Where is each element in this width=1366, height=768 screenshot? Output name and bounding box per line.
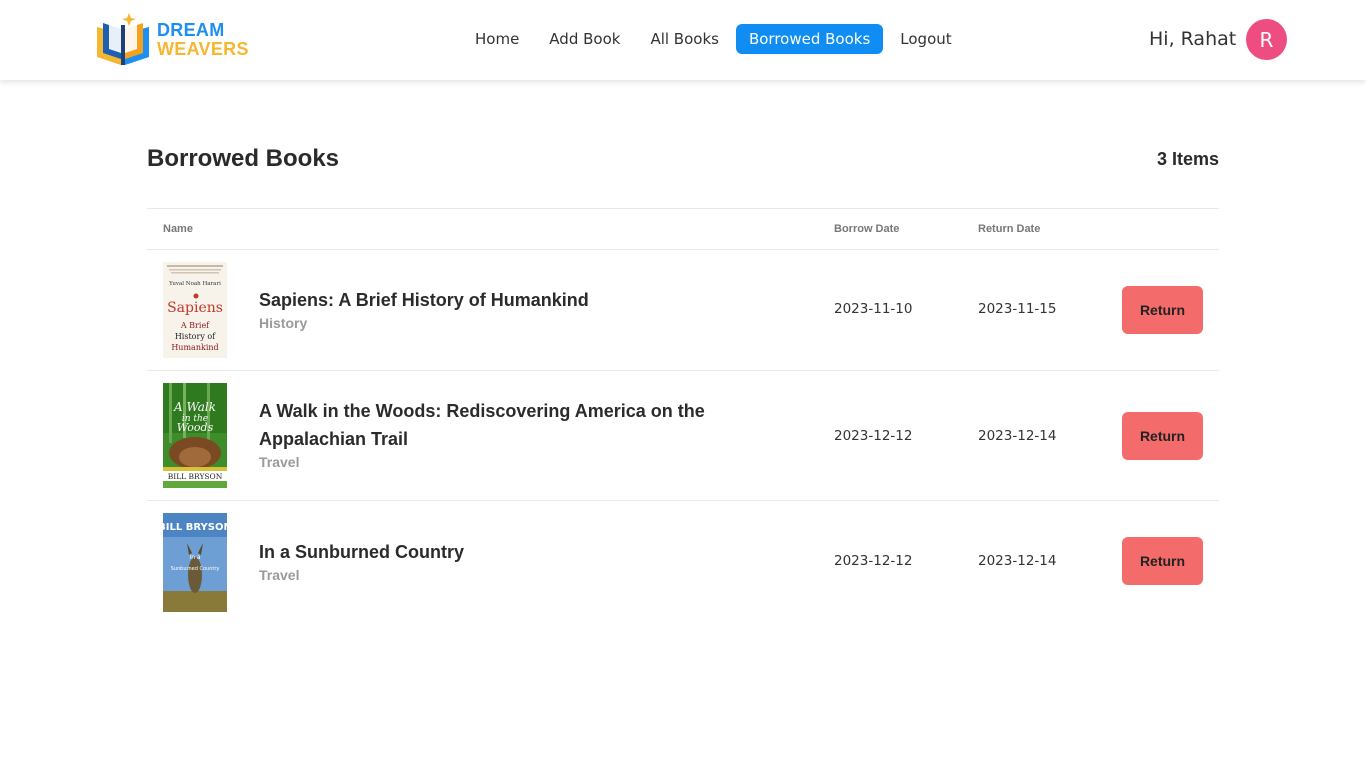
nav-borrowed-books[interactable]: Borrowed Books — [735, 24, 884, 54]
return-date: 2023-12-14 — [978, 553, 1057, 569]
cover-title-2: Sunburned Country — [171, 566, 220, 572]
return-date: 2023-11-15 — [978, 301, 1057, 317]
book-cover-image: Yuval Noah Harari Sapiens A Brief Histor… — [163, 262, 227, 358]
nav-all-books[interactable]: All Books — [637, 24, 732, 54]
brand-logo[interactable]: DREAM WEAVERS — [93, 13, 249, 67]
page-title: Borrowed Books — [147, 145, 340, 172]
cover-title-1: A Walk — [173, 400, 216, 414]
book-title[interactable]: A Walk in the Woods: Rediscovering Ameri… — [259, 397, 759, 453]
top-navbar: DREAM WEAVERS Home Add Book All Books Bo… — [0, 0, 1366, 80]
cover-author: BILL BRYSON — [168, 472, 223, 481]
table-row: BILL BRYSON In a Sunburned Country In a … — [147, 501, 1219, 626]
book-category: History — [259, 315, 308, 331]
borrow-date: 2023-12-12 — [834, 428, 913, 444]
avatar[interactable]: R — [1246, 19, 1287, 60]
book-cover-image: BILL BRYSON In a Sunburned Country — [163, 513, 227, 612]
user-greeting: Hi, Rahat — [1149, 28, 1237, 50]
cover-title: Sapiens — [167, 300, 223, 316]
book-info: A Walk in the Woods: Rediscovering Ameri… — [259, 397, 759, 470]
cover-title-1: In a — [189, 554, 200, 561]
cover-author: Yuval Noah Harari — [168, 281, 221, 287]
main-nav: Home Add Book All Books Borrowed Books L… — [462, 24, 969, 54]
cover-title-3: Woods — [177, 421, 214, 434]
cover-author: BILL BRYSON — [163, 522, 227, 533]
borrowed-books-table: Name Borrow Date Return Date Yuval Noah … — [147, 208, 1219, 626]
book-info: Sapiens: A Brief History of Humankind Hi… — [259, 286, 589, 331]
book-logo-icon — [97, 13, 149, 65]
book-info: In a Sunburned Country Travel — [259, 538, 464, 583]
table-header: Name Borrow Date Return Date — [147, 208, 1219, 250]
column-return-date: Return Date — [978, 223, 1041, 235]
nav-home[interactable]: Home — [462, 24, 532, 54]
book-title[interactable]: In a Sunburned Country — [259, 538, 464, 566]
nav-logout[interactable]: Logout — [887, 24, 964, 54]
book-cover-image: A Walk in the Woods BILL BRYSON — [163, 383, 227, 488]
brand-line-1: DREAM — [157, 20, 225, 40]
cover-subtitle-3: Humankind — [171, 343, 218, 352]
column-name: Name — [163, 223, 193, 235]
brand-line-2: WEAVERS — [157, 39, 249, 59]
table-row: Yuval Noah Harari Sapiens A Brief Histor… — [147, 250, 1219, 371]
return-button[interactable]: Return — [1122, 286, 1203, 334]
return-date: 2023-12-14 — [978, 428, 1057, 444]
borrow-date: 2023-12-12 — [834, 553, 913, 569]
table-row: A Walk in the Woods BILL BRYSON A Walk i… — [147, 371, 1219, 501]
book-title[interactable]: Sapiens: A Brief History of Humankind — [259, 286, 589, 314]
nav-add-book[interactable]: Add Book — [536, 24, 633, 54]
return-button[interactable]: Return — [1122, 537, 1203, 585]
cover-subtitle-1: A Brief — [180, 321, 210, 330]
book-category: Travel — [259, 567, 300, 583]
borrow-date: 2023-11-10 — [834, 301, 913, 317]
item-count: 3 Items — [1156, 149, 1219, 169]
book-category: Travel — [259, 454, 300, 470]
cover-subtitle-2: History of — [175, 332, 216, 341]
column-borrow-date: Borrow Date — [834, 223, 900, 235]
return-button[interactable]: Return — [1122, 412, 1203, 460]
